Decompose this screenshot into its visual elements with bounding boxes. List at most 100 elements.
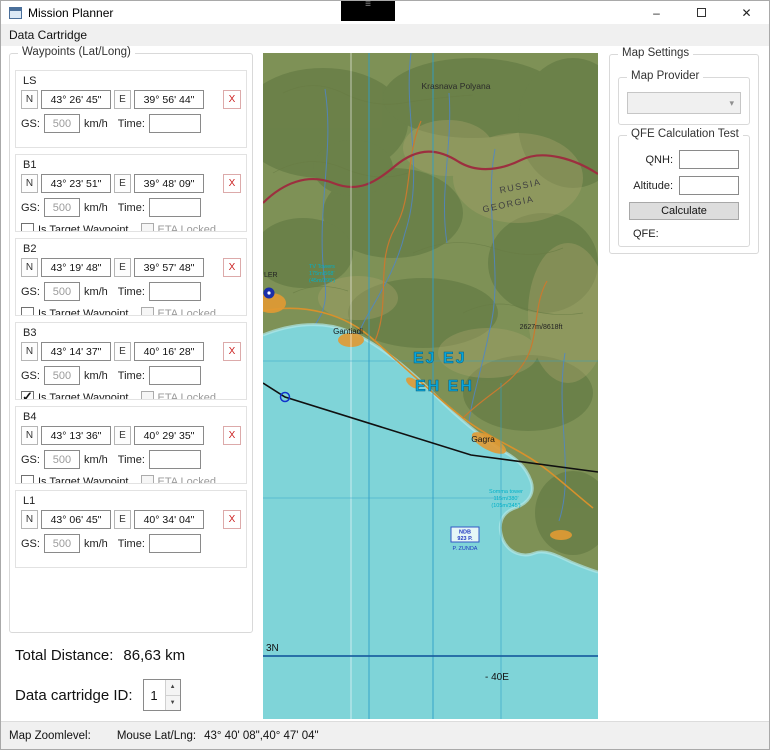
longitude-input[interactable] — [134, 258, 204, 277]
time-input[interactable] — [148, 450, 201, 469]
time-input[interactable] — [148, 534, 201, 553]
map-provider-select[interactable]: ▾ — [627, 92, 741, 114]
peak-elevation-label: 2627m/8618ft — [520, 324, 563, 331]
qnh-input[interactable] — [679, 150, 739, 169]
time-input[interactable] — [148, 282, 201, 301]
cartridge-id-value: 1 — [150, 687, 158, 703]
gs-unit-label: km/h — [83, 369, 108, 382]
east-badge[interactable]: E — [114, 90, 131, 109]
time-label: Time: — [117, 117, 145, 130]
longitude-input[interactable] — [134, 90, 204, 109]
latitude-input[interactable] — [41, 90, 111, 109]
north-badge[interactable]: N — [21, 342, 38, 361]
east-badge[interactable]: E — [114, 258, 131, 277]
altitude-input[interactable] — [679, 176, 739, 195]
time-input[interactable] — [148, 114, 201, 133]
groundspeed-input[interactable] — [43, 198, 80, 217]
delete-waypoint-button[interactable]: X — [223, 258, 241, 277]
eta-locked-checkbox[interactable] — [140, 391, 154, 399]
north-badge[interactable]: N — [21, 90, 38, 109]
groundspeed-input[interactable] — [43, 534, 80, 553]
menu-data-cartridge[interactable]: Data Cartridge — [1, 28, 95, 42]
waypoint-name: B3 — [23, 327, 37, 339]
maximize-button[interactable] — [679, 1, 724, 24]
delete-waypoint-button[interactable]: X — [223, 90, 241, 109]
gs-unit-label: km/h — [83, 285, 108, 298]
waypoint-card-ls: LS N E X GS: km/h Time: — [15, 70, 247, 148]
gs-label: GS: — [21, 201, 40, 214]
ndb-name-label: P. ZUNDA — [453, 546, 478, 552]
groundspeed-input[interactable] — [43, 282, 80, 301]
longitude-input[interactable] — [134, 510, 204, 529]
map-view[interactable]: NDB 923 P. P. ZUNDA Krasnava Polyana RUS… — [263, 53, 598, 719]
screen-overlay: ≡ — [341, 1, 395, 21]
gs-label: GS: — [21, 117, 40, 130]
delete-waypoint-button[interactable]: X — [223, 342, 241, 361]
gs-label: GS: — [21, 537, 40, 550]
qfe-calculation-group: QFE Calculation Test QNH: Altitude: Calc… — [618, 128, 750, 247]
groundspeed-input[interactable] — [43, 366, 80, 385]
east-badge[interactable]: E — [114, 342, 131, 361]
delete-waypoint-button[interactable]: X — [223, 510, 241, 529]
time-input[interactable] — [148, 198, 201, 217]
east-badge[interactable]: E — [114, 510, 131, 529]
cartridge-id-label: Data cartridge ID: — [15, 686, 133, 704]
gs-label: GS: — [21, 369, 40, 382]
north-badge[interactable]: N — [21, 258, 38, 277]
target-waypoint-checkbox[interactable] — [21, 223, 34, 231]
latitude-input[interactable] — [41, 426, 111, 445]
north-badge[interactable]: N — [21, 426, 38, 445]
gs-unit-label: km/h — [83, 453, 108, 466]
town-label-gantiadi: Gantiadi — [333, 327, 363, 336]
menu-bar: Data Cartridge — [1, 24, 769, 46]
town-label-gagra: Gagra — [471, 434, 495, 444]
somma-tower-agl-label: (105m/345') — [491, 503, 520, 509]
latitude-input[interactable] — [41, 510, 111, 529]
grid-square-label-eh: EH EH — [415, 378, 474, 395]
delete-waypoint-button[interactable]: X — [223, 174, 241, 193]
east-badge[interactable]: E — [114, 174, 131, 193]
spinner-up-icon[interactable]: ▲ — [165, 680, 180, 696]
waypoint-name: B2 — [23, 243, 37, 255]
grid-square-label-ej: EJ EJ — [413, 350, 467, 367]
map-canvas[interactable]: NDB 923 P. P. ZUNDA Krasnava Polyana RUS… — [263, 53, 598, 719]
eta-locked-checkbox[interactable] — [140, 475, 154, 483]
target-waypoint-checkbox[interactable] — [21, 475, 34, 483]
groundspeed-input[interactable] — [43, 450, 80, 469]
map-settings-title: Map Settings — [618, 47, 694, 59]
total-distance: Total Distance: 86,63 km — [15, 647, 185, 664]
close-button[interactable]: ✕ — [724, 1, 769, 24]
mouse-latlng-value: 43° 40' 08",40° 47' 04" — [204, 729, 319, 742]
longitude-input[interactable] — [134, 174, 204, 193]
groundspeed-input[interactable] — [43, 114, 80, 133]
time-input[interactable] — [148, 366, 201, 385]
waypoint-name: B1 — [23, 159, 37, 171]
waypoint-card-l1: L1 N E X GS: km/h Time: — [15, 490, 247, 568]
somma-tower-height-label: 115m/380' — [493, 496, 518, 502]
longitude-input[interactable] — [134, 342, 204, 361]
edge-town-label: LER — [264, 272, 278, 279]
latitude-input[interactable] — [41, 258, 111, 277]
spinner-down-icon[interactable]: ▼ — [165, 695, 180, 710]
waypoint-name: L1 — [23, 495, 36, 507]
longitude-grid-label: - 40E — [485, 672, 509, 683]
time-label: Time: — [117, 537, 145, 550]
cartridge-id-stepper[interactable]: 1 ▲ ▼ — [142, 679, 181, 711]
eta-locked-label: ETA Locked — [157, 475, 217, 484]
eta-locked-label: ETA Locked — [157, 307, 217, 316]
north-badge[interactable]: N — [21, 174, 38, 193]
latitude-input[interactable] — [41, 342, 111, 361]
target-waypoint-checkbox[interactable] — [21, 389, 34, 399]
calculate-button[interactable]: Calculate — [629, 202, 739, 220]
target-waypoint-checkbox[interactable] — [21, 307, 34, 315]
delete-waypoint-button[interactable]: X — [223, 426, 241, 445]
north-badge[interactable]: N — [21, 510, 38, 529]
longitude-input[interactable] — [134, 426, 204, 445]
east-badge[interactable]: E — [114, 426, 131, 445]
eta-locked-checkbox[interactable] — [140, 307, 154, 315]
target-waypoint-label: Is Target Waypoint — [38, 391, 129, 400]
app-window: Mission Planner – ✕ ≡ Data Cartridge Way… — [0, 0, 770, 750]
latitude-input[interactable] — [41, 174, 111, 193]
minimize-button[interactable]: – — [634, 1, 679, 24]
eta-locked-checkbox[interactable] — [140, 223, 154, 231]
